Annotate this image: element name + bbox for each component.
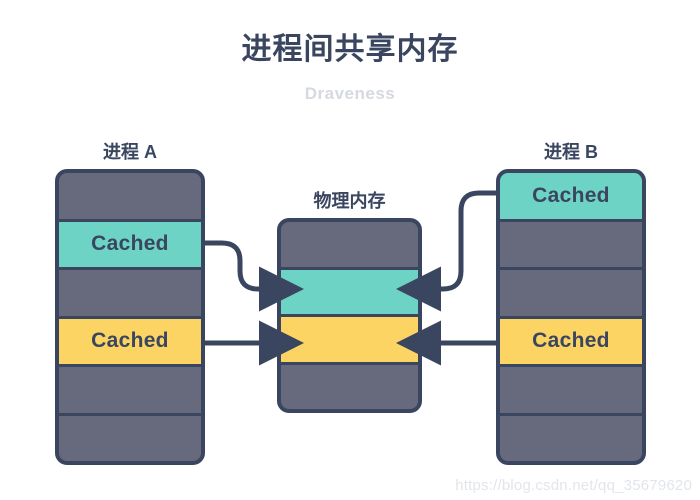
- process-a-box: Cached Cached: [55, 169, 205, 465]
- diagram-canvas: 进程间共享内存 Draveness 进程 A Cached Cached 物理内…: [0, 0, 700, 500]
- process-b-row-2: [500, 221, 642, 267]
- process-a-row-3: [59, 270, 201, 316]
- process-b-row-4: Cached: [500, 318, 642, 364]
- process-b-label: 进程 B: [544, 142, 598, 162]
- physical-gray-row-bottom: [281, 364, 418, 409]
- process-a-label: 进程 A: [103, 142, 157, 162]
- physical-gray-row-top: [281, 222, 418, 267]
- page-title: 进程间共享内存: [241, 33, 459, 66]
- process-a-row-6: [59, 415, 201, 461]
- process-a-row-2: Cached: [59, 221, 201, 267]
- process-a-row-5: [59, 367, 201, 413]
- physical-teal-row: [281, 269, 418, 314]
- process-b-box: Cached Cached: [496, 169, 646, 465]
- physical-yellow-row: [281, 317, 418, 362]
- process-b-row-1: Cached: [500, 173, 642, 219]
- process-a-row-4: Cached: [59, 318, 201, 364]
- physical-memory-box: [277, 218, 422, 413]
- process-a-row-1: [59, 173, 201, 219]
- physical-memory-label: 物理内存: [313, 191, 386, 211]
- connector-b-teal-to-physical: [396, 190, 496, 312]
- watermark-text: https://blog.csdn.net/qq_35679620: [455, 477, 692, 494]
- page-subtitle: Draveness: [304, 84, 396, 103]
- connector-a-teal-to-physical: [205, 240, 304, 312]
- process-b-row-3: [500, 270, 642, 316]
- process-b-row-5: [500, 367, 642, 413]
- process-b-row-6: [500, 415, 642, 461]
